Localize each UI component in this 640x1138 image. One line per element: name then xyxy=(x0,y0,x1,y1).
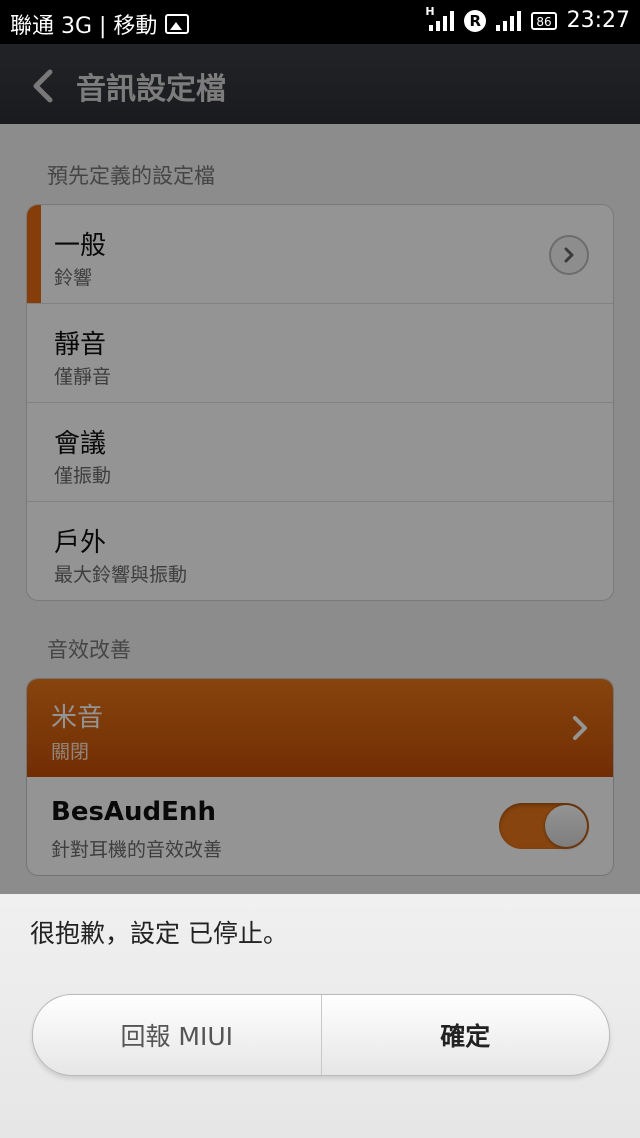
signal-2-icon xyxy=(496,10,522,31)
dialog-button-group: 回報 MIUI 確定 xyxy=(32,994,610,1076)
roaming-icon: R xyxy=(464,9,487,32)
network-type-label: H xyxy=(425,4,435,18)
signal-1-icon: H xyxy=(425,5,455,31)
carrier-text: 聯通 3G | 移動 xyxy=(10,14,158,39)
battery-icon: 86 xyxy=(531,11,557,30)
crash-dialog: 很抱歉，設定 已停止。 回報 MIUI 確定 xyxy=(0,894,640,1138)
image-notification-icon xyxy=(165,14,190,34)
clock: 23:27 xyxy=(566,8,630,33)
status-bar: 聯通 3G | 移動 H R 86 23:27 xyxy=(0,0,640,44)
dialog-backdrop xyxy=(0,44,640,894)
report-miui-button[interactable]: 回報 MIUI xyxy=(33,995,321,1075)
ok-button[interactable]: 確定 xyxy=(320,995,610,1075)
dialog-message: 很抱歉，設定 已停止。 xyxy=(30,919,288,948)
